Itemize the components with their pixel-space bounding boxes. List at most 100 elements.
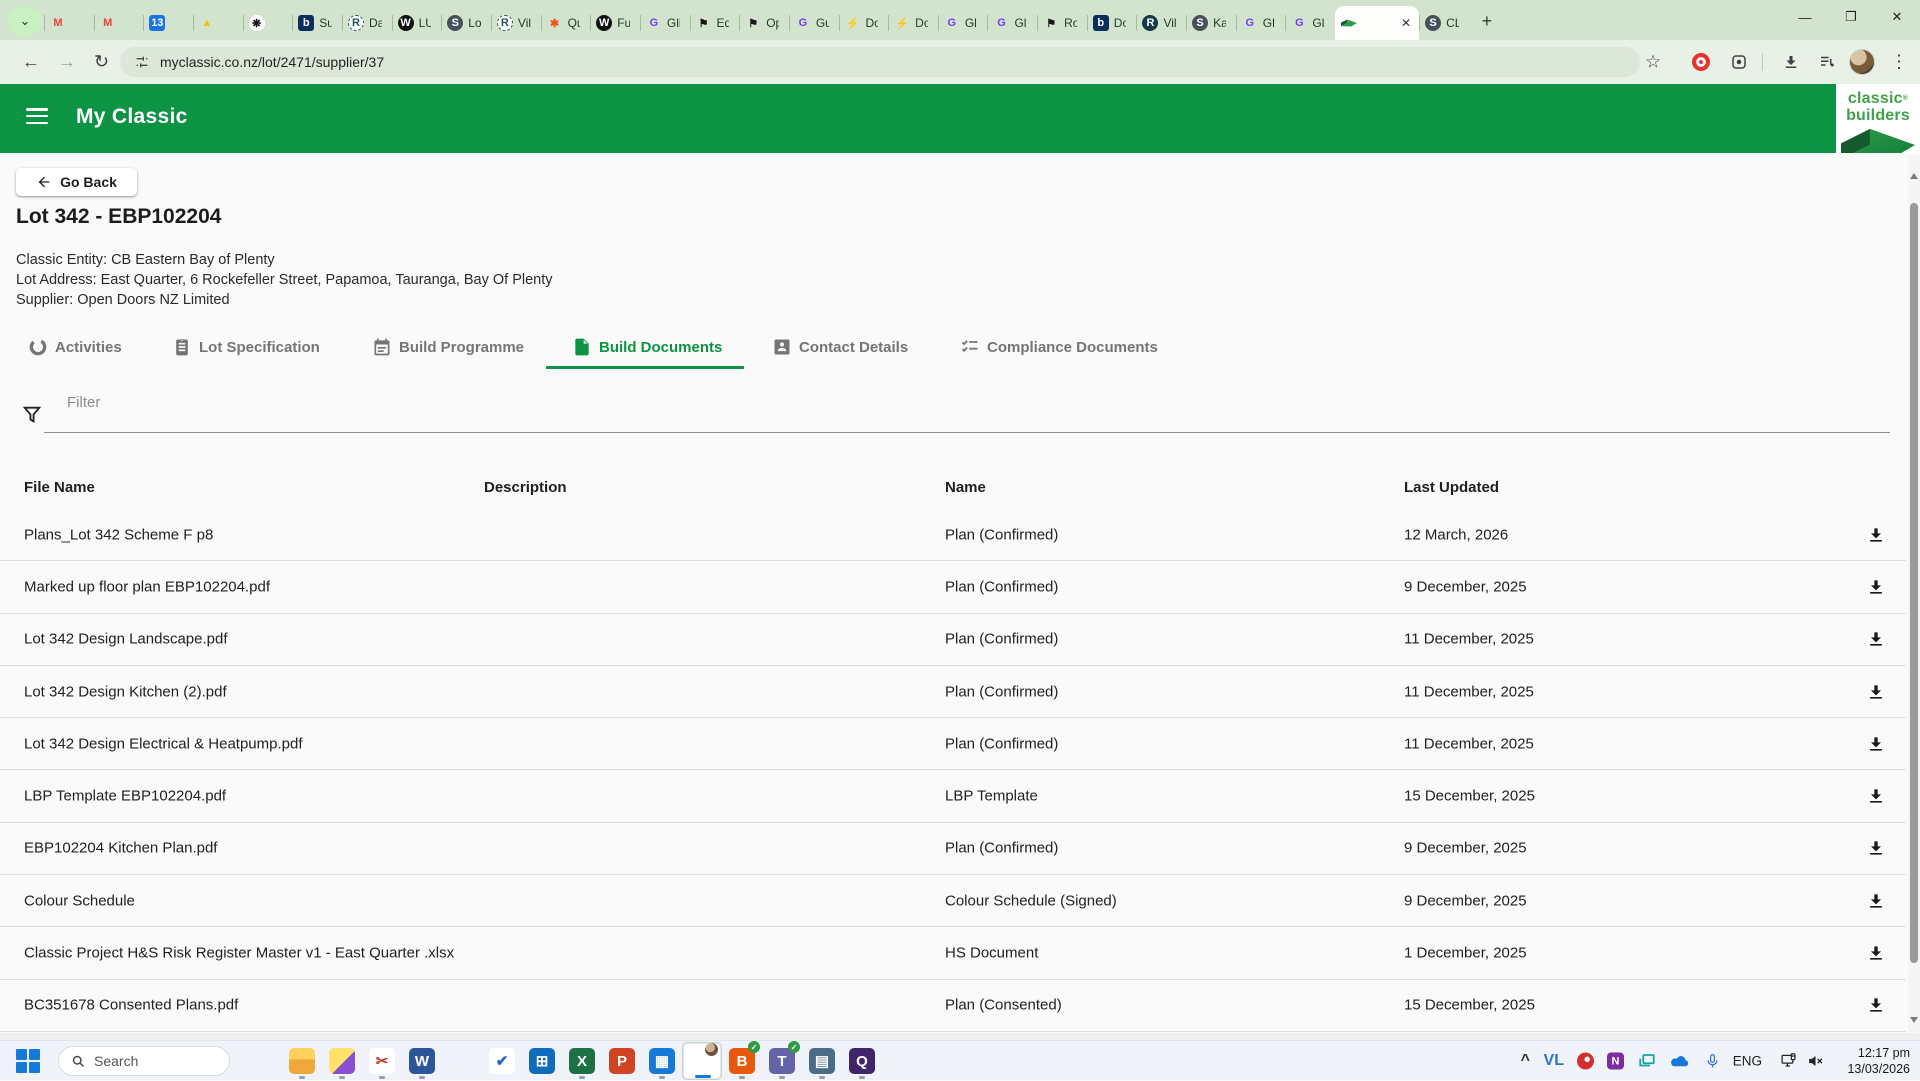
tab-gmail-2[interactable]: M — [94, 6, 144, 40]
scroll-down-icon[interactable] — [1910, 1017, 1918, 1023]
tab-lot-specification[interactable]: Lot Specification — [172, 329, 320, 365]
tab-do-3[interactable]: b Do — [1087, 6, 1137, 40]
taskbar-chrome-active[interactable] — [682, 1042, 722, 1080]
tab-su[interactable]: b Su — [292, 6, 342, 40]
tab-lot[interactable]: S Lot — [441, 6, 491, 40]
tab-build-documents[interactable]: Build Documents — [572, 329, 722, 365]
tab-op[interactable]: ⚑ Op — [739, 6, 789, 40]
site-settings-icon[interactable] — [134, 54, 150, 70]
download-icon[interactable] — [1866, 891, 1886, 911]
tab-search-button[interactable]: ⌄ — [8, 7, 42, 35]
download-icon[interactable] — [1866, 838, 1886, 858]
profile-avatar[interactable] — [1849, 49, 1875, 75]
tab-da[interactable]: R Da — [342, 6, 392, 40]
tab-ro[interactable]: ⚑ Ro — [1037, 6, 1087, 40]
tab-fut[interactable]: W Fut — [590, 6, 640, 40]
download-icon[interactable] — [1866, 734, 1886, 754]
taskbar-clock[interactable]: 12:17 pm 13/03/2026 — [1847, 1045, 1910, 1077]
tab-ed[interactable]: ⚑ Ed — [690, 6, 740, 40]
tab-vill-2[interactable]: R Vill — [1136, 6, 1186, 40]
display-icon[interactable] — [1779, 1053, 1798, 1070]
tab-activities[interactable]: Activities — [28, 329, 122, 365]
tab-gli-1[interactable]: G Gli — [640, 6, 690, 40]
back-icon[interactable]: ← — [22, 52, 40, 73]
last-updated-cell: 15 December, 2025 — [1404, 997, 1535, 1014]
tab-gli-3[interactable]: G Gli — [987, 6, 1037, 40]
close-button[interactable]: ✕ — [1874, 0, 1920, 34]
tab-compliance-documents[interactable]: Compliance Documents — [960, 329, 1158, 365]
tab-gmail[interactable]: M — [44, 6, 94, 40]
taskbar-excel[interactable]: X — [562, 1042, 602, 1080]
speaker-muted-icon[interactable] — [1807, 1053, 1824, 1070]
scrollbar-thumb[interactable] — [1910, 203, 1918, 963]
scroll-up-icon[interactable] — [1910, 173, 1918, 179]
language-label[interactable]: ENG — [1733, 1054, 1762, 1069]
minimize-button[interactable]: — — [1782, 0, 1828, 34]
address-bar[interactable]: myclassic.co.nz/lot/2471/supplier/37 — [120, 47, 1640, 77]
onedrive-icon[interactable] — [1669, 1054, 1690, 1068]
tab-cl[interactable]: S CL — [1419, 6, 1469, 40]
reload-icon[interactable]: ↻ — [94, 52, 109, 73]
download-icon[interactable] — [1866, 525, 1886, 545]
antivirus-icon[interactable] — [1577, 1053, 1594, 1070]
forward-icon[interactable]: → — [58, 52, 76, 73]
vl-icon[interactable]: VL — [1544, 1052, 1564, 1070]
tab-gli-4[interactable]: G Gli — [1236, 6, 1286, 40]
taskbar-word[interactable]: W — [402, 1042, 442, 1080]
new-tab-button[interactable]: + — [1473, 7, 1501, 35]
tray-expand-icon[interactable]: ^ — [1521, 1052, 1530, 1070]
microphone-icon[interactable] — [1705, 1053, 1720, 1070]
taskbar-notes[interactable] — [322, 1042, 362, 1080]
go-back-button[interactable]: Go Back — [16, 168, 137, 196]
taskbar-m365[interactable]: ▦ — [642, 1042, 682, 1080]
start-button[interactable] — [16, 1049, 40, 1073]
filter-input[interactable]: Filter — [67, 394, 100, 411]
download-icon[interactable] — [1866, 786, 1886, 806]
maximize-button[interactable]: ❐ — [1828, 0, 1874, 34]
tab-drive[interactable]: ▲ — [193, 6, 243, 40]
browser-menu-icon[interactable]: ⋮ — [1890, 52, 1908, 73]
taskbar-search[interactable]: Search — [58, 1046, 230, 1076]
tab-gli-5[interactable]: G Gli — [1285, 6, 1335, 40]
taskbar-todo[interactable]: ✔ — [482, 1042, 522, 1080]
taskbar-powerpoint[interactable]: P — [602, 1042, 642, 1080]
taskbar-chrome[interactable] — [442, 1042, 482, 1080]
tab-chatgpt[interactable]: ❋ — [243, 6, 293, 40]
tab-build-programme[interactable]: Build Programme — [372, 329, 524, 365]
tab-ka[interactable]: S Ka — [1186, 6, 1236, 40]
name-cell: Plan (Confirmed) — [945, 735, 1058, 752]
taskbar-app-q[interactable]: Q — [842, 1042, 882, 1080]
tab-gu[interactable]: G Gu — [789, 6, 839, 40]
tab-favicon-icon: R — [348, 15, 364, 31]
taskbar-teams[interactable]: T — [762, 1042, 802, 1080]
page-scrollbar[interactable] — [1908, 155, 1920, 1033]
onenote-icon[interactable]: N — [1607, 1053, 1624, 1070]
download-icon[interactable] — [1866, 682, 1886, 702]
tab-qu[interactable]: ✱ Qu — [541, 6, 591, 40]
download-icon[interactable] — [1866, 943, 1886, 963]
tab-do-1[interactable]: ⚡ Do — [839, 6, 889, 40]
tab-gli-2[interactable]: G Gli — [938, 6, 988, 40]
tab-lui[interactable]: W LUI — [392, 6, 442, 40]
taskbar-store[interactable]: ⊞ — [522, 1042, 562, 1080]
adblock-icon[interactable] — [1692, 53, 1710, 71]
taskbar-file-explorer[interactable] — [282, 1042, 322, 1080]
tab-vill[interactable]: R Vill — [491, 6, 541, 40]
taskbar-print-app[interactable]: ▤ — [802, 1042, 842, 1080]
dual-screen-icon[interactable] — [1638, 1052, 1656, 1070]
tab-contact-details[interactable]: Contact Details — [772, 329, 908, 365]
reading-list-icon[interactable] — [1818, 53, 1836, 71]
downloads-icon[interactable] — [1782, 53, 1800, 71]
tab-do-2[interactable]: ⚡ Do — [888, 6, 938, 40]
taskbar-app-b[interactable]: B — [722, 1042, 762, 1080]
download-icon[interactable] — [1866, 995, 1886, 1015]
taskbar-snipping-tool[interactable]: ✂ — [362, 1042, 402, 1080]
bookmark-star-icon[interactable]: ☆ — [1645, 52, 1661, 73]
tab-calendar[interactable]: 13 — [143, 6, 193, 40]
download-icon[interactable] — [1866, 577, 1886, 597]
tab-myclassic-active[interactable]: ✕ — [1335, 6, 1419, 40]
tab-close-icon[interactable]: ✕ — [1399, 16, 1413, 30]
extension-icon[interactable] — [1730, 53, 1748, 71]
menu-icon[interactable] — [26, 108, 48, 124]
download-icon[interactable] — [1866, 629, 1886, 649]
